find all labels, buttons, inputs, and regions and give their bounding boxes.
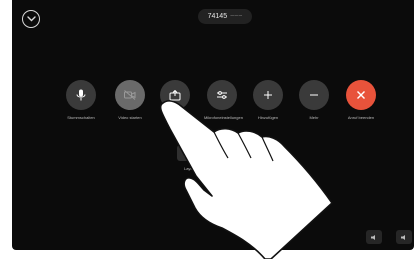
pointing-hand-icon	[159, 100, 333, 259]
